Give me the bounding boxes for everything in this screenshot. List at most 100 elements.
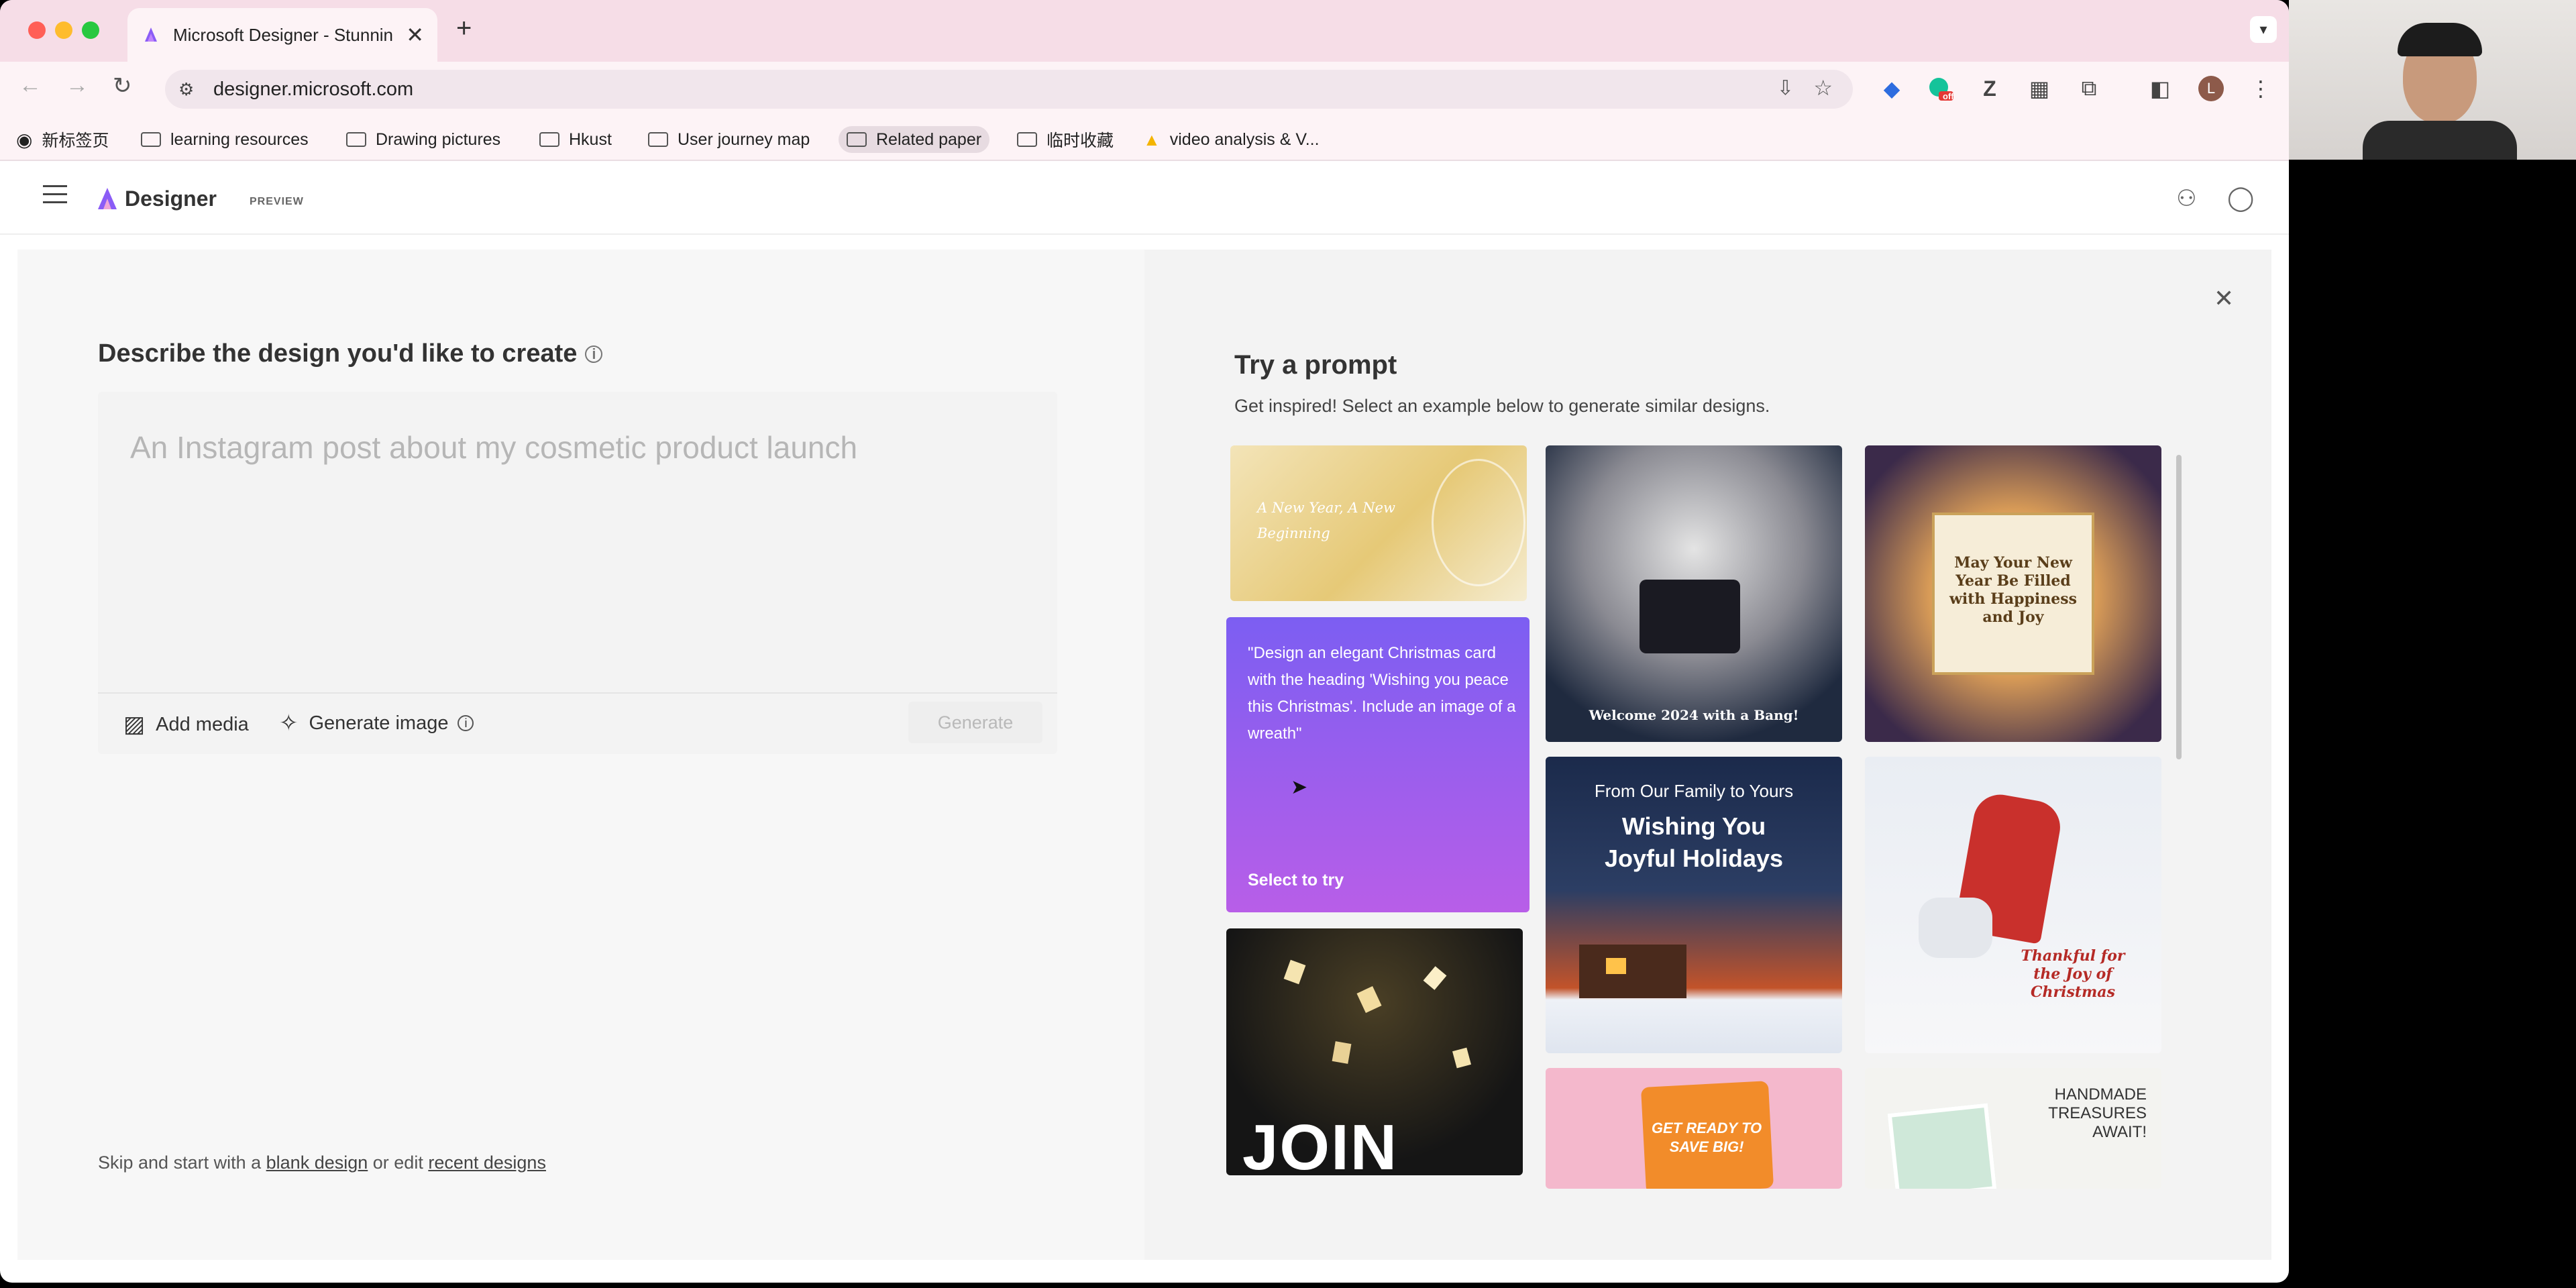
top-hat-decoration [1640, 580, 1740, 653]
info-icon[interactable]: i [585, 345, 603, 363]
inspire-heading: Try a prompt [1234, 350, 1397, 380]
webcam-overlay [2289, 0, 2576, 160]
prompt-tile[interactable]: A New Year, A New Beginning [1230, 445, 1527, 601]
hamburger-menu-icon[interactable] [43, 185, 67, 205]
browser-tab[interactable]: Microsoft Designer - Stunnin ✕ [127, 8, 437, 62]
tile-text: Welcome 2024 with a Bang! [1589, 707, 1799, 723]
tab-search-button[interactable]: ▾ [2250, 16, 2277, 43]
install-app-icon[interactable]: ⇩ [1777, 76, 1794, 100]
card-decoration [1887, 1103, 1997, 1189]
browser-toolbar: ← → ↻ ⚙ designer.microsoft.com ⇩ ☆ ◆ off… [0, 62, 2289, 117]
prompt-tile[interactable]: JOIN THE [1226, 928, 1523, 1175]
prompt-tile[interactable]: From Our Family to Yours Wishing You Joy… [1546, 757, 1842, 1053]
bookmarks-bar: ◉ 新标签页 learning resources Drawing picture… [0, 117, 2289, 161]
browser-menu-icon[interactable]: ⋮ [2247, 75, 2274, 102]
close-icon[interactable]: ✕ [2214, 284, 2234, 313]
mouse-cursor-icon: ➤ [1291, 776, 1308, 798]
prompt-tile[interactable]: May Your New Year Be Filled with Happine… [1865, 445, 2161, 742]
folder-icon [539, 132, 559, 147]
person-hair [2398, 23, 2482, 56]
bookmark-item[interactable]: Drawing pictures [346, 126, 500, 153]
tile-text: Thankful for the Joy of Christmas [2021, 947, 2125, 1001]
bookmark-item[interactable]: User journey map [648, 126, 810, 153]
tile-text: From Our Family to Yours [1594, 781, 1794, 801]
generate-image-button[interactable]: ✧ Generate image i [279, 710, 474, 737]
extensions-puzzle-icon[interactable]: ⧉ [2076, 75, 2102, 102]
extension-badge: off [1943, 91, 1954, 101]
bookmark-star-icon[interactable]: ☆ [1813, 75, 1833, 101]
cabin-decoration [1579, 945, 1686, 998]
blank-design-link[interactable]: blank design [266, 1152, 368, 1173]
profile-avatar[interactable]: L [2198, 75, 2224, 102]
create-heading: Describe the design you'd like to create… [98, 339, 603, 368]
side-panel-icon[interactable]: ◧ [2147, 75, 2174, 102]
app-header: Designer PREVIEW ⚇ ◯ [0, 161, 2289, 235]
generate-button[interactable]: Generate [908, 702, 1042, 743]
app-name: Designer [125, 186, 217, 211]
folder-icon [141, 132, 161, 147]
address-bar[interactable]: ⚙ designer.microsoft.com ⇩ ☆ [165, 70, 1853, 109]
chevron-down-icon: ▾ [2259, 21, 2267, 38]
back-button[interactable]: ← [19, 72, 42, 99]
reload-button[interactable]: ↻ [113, 72, 132, 99]
recent-designs-link[interactable]: recent designs [428, 1152, 546, 1173]
scrollbar-thumb[interactable] [2176, 455, 2182, 759]
create-panel: Describe the design you'd like to create… [17, 250, 1144, 1260]
prompt-tile[interactable]: Thankful for the Joy of Christmas [1865, 757, 2161, 1053]
folder-icon [1017, 132, 1037, 147]
tile-text: A New Year, A New Beginning [1257, 500, 1395, 541]
image-add-icon: ▨ [123, 712, 146, 737]
select-to-try-button[interactable]: Select to try [1248, 871, 1344, 890]
extension-grammarly-icon[interactable]: off [1927, 75, 1954, 102]
bookmark-item[interactable]: learning resources [141, 126, 309, 153]
tile-text: HANDMADE TREASURES AWAIT! [2048, 1085, 2147, 1141]
tile-text: May Your New Year Be Filled with Happine… [1949, 554, 2078, 626]
person-shirt [2363, 121, 2517, 160]
tile-text: JOIN THE [1242, 1112, 1399, 1175]
bookmark-item[interactable]: Related paper [839, 126, 990, 153]
bookmark-item[interactable]: Hkust [539, 126, 612, 153]
extension-shield-icon[interactable]: ◆ [1878, 75, 1905, 102]
forward-button[interactable]: → [66, 72, 89, 99]
clock-decoration [1432, 459, 1525, 586]
minimize-window-button[interactable] [55, 21, 72, 39]
google-drive-icon: ▲ [1143, 129, 1161, 150]
share-feedback-icon[interactable]: ⚇ [2176, 185, 2196, 212]
tab-strip: Microsoft Designer - Stunnin ✕ + ▾ [0, 0, 2289, 62]
hover-prompt-card[interactable]: "Design an elegant Christmas card with t… [1226, 617, 1529, 912]
extension-store-icon[interactable]: ▦ [2026, 75, 2053, 102]
url-text: designer.microsoft.com [213, 78, 414, 100]
inspiration-panel: ✕ Try a prompt Get inspired! Select an e… [1144, 250, 2271, 1260]
tile-text: Wishing You Joyful Holidays [1604, 812, 1784, 872]
prompt-tile[interactable]: Welcome 2024 with a Bang! [1546, 445, 1842, 742]
designer-logo-icon [98, 188, 117, 209]
maximize-window-button[interactable] [82, 21, 99, 39]
new-tab-button[interactable]: + [456, 13, 472, 44]
prompt-tile[interactable]: HANDMADE TREASURES AWAIT! [1865, 1068, 2161, 1189]
globe-icon: ◉ [16, 129, 33, 150]
add-media-button[interactable]: ▨ Add media [123, 711, 249, 738]
sparkle-icon: ✧ [279, 710, 299, 736]
account-icon[interactable]: ◯ [2227, 184, 2254, 212]
skip-footer: Skip and start with a blank design or ed… [98, 1152, 546, 1173]
bookmark-item[interactable]: ▲ video analysis & V... [1143, 126, 1320, 153]
designer-favicon-icon [145, 28, 157, 42]
site-info-icon[interactable]: ⚙ [178, 79, 194, 100]
fur-decoration [1919, 898, 1992, 958]
prompt-placeholder: An Instagram post about my cosmetic prod… [130, 430, 858, 465]
folder-icon [346, 132, 366, 147]
prompt-input[interactable]: An Instagram post about my cosmetic prod… [98, 392, 1057, 754]
tab-title: Microsoft Designer - Stunnin [173, 24, 394, 45]
bookmark-item[interactable]: 临时收藏 [1017, 126, 1114, 153]
folder-icon [847, 132, 867, 147]
bookmark-item[interactable]: ◉ 新标签页 [16, 126, 109, 153]
close-tab-icon[interactable]: ✕ [406, 22, 424, 48]
hover-card-prompt: "Design an elegant Christmas card with t… [1248, 644, 1516, 743]
close-window-button[interactable] [28, 21, 46, 39]
info-icon[interactable]: i [458, 715, 474, 731]
extension-z-icon[interactable]: Z [1976, 75, 2003, 102]
prompt-tile[interactable]: GET READY TO SAVE BIG! [1546, 1068, 1842, 1189]
folder-icon [648, 132, 668, 147]
tile-text: GET READY TO SAVE BIG! [1651, 1120, 1762, 1155]
browser-window: Microsoft Designer - Stunnin ✕ + ▾ ← → ↻… [0, 0, 2289, 1283]
